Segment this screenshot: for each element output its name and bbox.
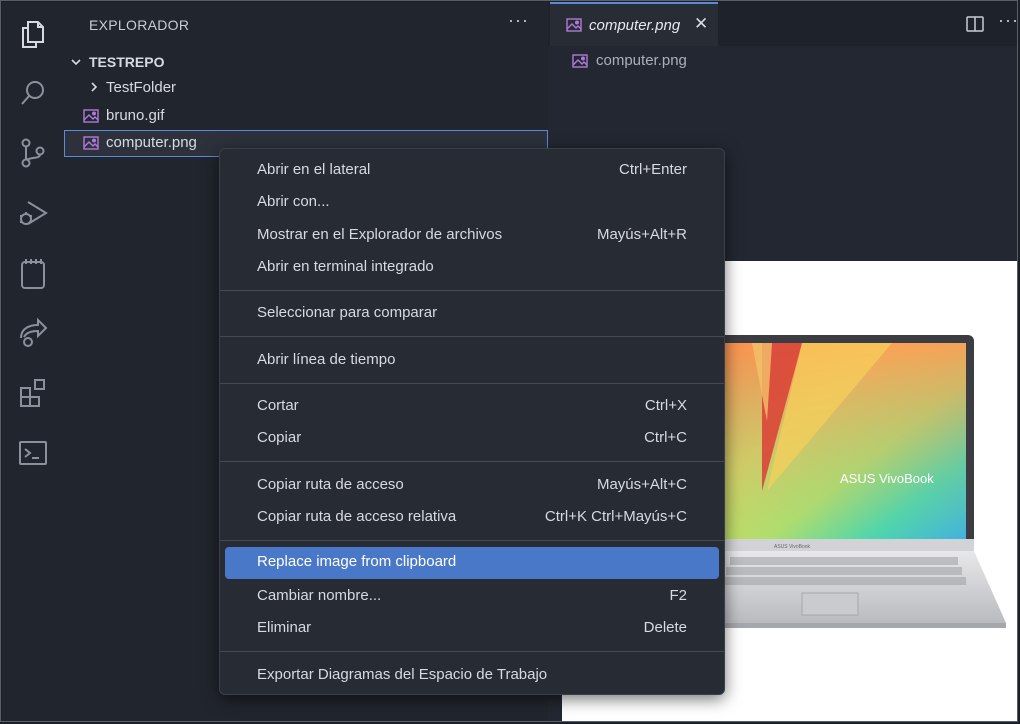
run-debug-icon[interactable] [16, 196, 50, 230]
menu-separator [220, 540, 724, 541]
tree-item-label: computer.png [106, 134, 197, 151]
menu-item-label: Exportar Diagramas del Espacio de Trabaj… [257, 666, 548, 683]
menu-item-label: Abrir en el lateral [257, 161, 371, 178]
menu-item-shortcut: Ctrl+K Ctrl+Mayús+C [544, 508, 687, 525]
menu-item-label: Cortar [257, 397, 299, 414]
menu-item-replace-image[interactable]: Replace image from clipboard [225, 547, 719, 579]
menu-item-label: Abrir con... [257, 193, 330, 210]
menu-item-open-side[interactable]: Abrir en el lateral Ctrl+Enter [225, 155, 719, 187]
image-file-icon [566, 18, 582, 32]
menu-item-shortcut: F2 [669, 587, 687, 604]
menu-separator [220, 290, 724, 291]
chevron-right-icon [91, 82, 98, 92]
menu-separator [220, 651, 724, 652]
tab-bar: computer.png ✕ ··· [548, 2, 1018, 46]
close-icon[interactable]: ✕ [694, 14, 708, 34]
menu-item-open-with[interactable]: Abrir con... [225, 187, 719, 219]
image-file-icon [572, 54, 588, 68]
menu-item-shortcut: Ctrl+Enter [619, 161, 687, 178]
breadcrumb-file: computer.png [596, 52, 687, 69]
image-file-icon [83, 136, 99, 150]
sidebar-title: EXPLORADOR [89, 17, 190, 33]
tree-item-bruno-gif[interactable]: bruno.gif [64, 103, 548, 130]
menu-item-label: Abrir línea de tiempo [257, 351, 396, 368]
menu-item-label: Copiar [257, 429, 302, 446]
hinge-text: ASUS VivoBook [774, 544, 811, 550]
menu-item-label: Cambiar nombre... [257, 587, 382, 604]
menu-item-shortcut: Ctrl+C [644, 429, 687, 446]
brand-text: ASUS VivoBook [840, 471, 934, 486]
menu-item-reveal-in-explorer[interactable]: Mostrar en el Explorador de archivos May… [225, 220, 719, 252]
extensions-icon[interactable] [16, 376, 50, 410]
menu-item-label: Eliminar [257, 619, 312, 636]
search-icon[interactable] [16, 76, 50, 110]
menu-item-label: Copiar ruta de acceso relativa [257, 508, 457, 525]
menu-item-label: Copiar ruta de acceso [257, 476, 404, 493]
menu-item-delete[interactable]: Eliminar Delete [225, 613, 719, 645]
tree-item-label: TestFolder [106, 79, 177, 96]
tab-label: computer.png [589, 17, 681, 34]
menu-item-shortcut: Mayús+Alt+R [596, 226, 687, 243]
menu-item-label: Seleccionar para comparar [257, 304, 438, 321]
split-editor-icon[interactable] [966, 16, 984, 32]
menu-item-label: Replace image from clipboard [257, 553, 457, 570]
menu-item-cut[interactable]: Cortar Ctrl+X [225, 391, 719, 423]
menu-item-rename[interactable]: Cambiar nombre... F2 [225, 581, 719, 613]
menu-item-copy-relative-path[interactable]: Copiar ruta de acceso relativa Ctrl+K Ct… [225, 502, 719, 534]
context-menu: Abrir en el lateral Ctrl+Enter Abrir con… [219, 148, 725, 695]
chevron-down-icon [71, 59, 81, 66]
menu-item-label: Mostrar en el Explorador de archivos [257, 226, 503, 243]
menu-item-export-diagrams[interactable]: Exportar Diagramas del Espacio de Trabaj… [225, 660, 719, 692]
root-folder-label: TESTREPO [89, 54, 165, 70]
menu-item-copy[interactable]: Copiar Ctrl+C [225, 423, 719, 455]
tree-item-testfolder[interactable]: TestFolder [64, 75, 548, 102]
menu-separator [220, 383, 724, 384]
tree-root-testrepo[interactable]: TESTREPO [64, 48, 548, 75]
menu-item-label: Abrir en terminal integrado [257, 258, 434, 275]
sidebar-header: EXPLORADOR ··· [64, 2, 548, 46]
notebook-icon[interactable] [16, 256, 50, 290]
live-share-icon[interactable] [16, 316, 50, 350]
menu-item-open-terminal[interactable]: Abrir en terminal integrado [225, 252, 719, 284]
activity-bar [2, 2, 64, 722]
menu-item-shortcut: Delete [643, 619, 687, 636]
explorer-icon[interactable] [16, 16, 50, 50]
menu-item-shortcut: Ctrl+X [644, 397, 687, 414]
more-actions-icon[interactable]: ··· [998, 10, 1019, 31]
menu-separator [220, 461, 724, 462]
menu-separator [220, 336, 724, 337]
menu-item-shortcut: Mayús+Alt+C [596, 476, 687, 493]
more-actions-icon[interactable]: ··· [508, 10, 529, 31]
tab-computer-png[interactable]: computer.png ✕ [550, 2, 718, 46]
menu-item-select-compare[interactable]: Seleccionar para comparar [225, 298, 719, 330]
image-file-icon [83, 109, 99, 123]
source-control-icon[interactable] [16, 136, 50, 170]
menu-item-copy-path[interactable]: Copiar ruta de acceso Mayús+Alt+C [225, 470, 719, 502]
menu-item-open-timeline[interactable]: Abrir línea de tiempo [225, 345, 719, 377]
tree-item-label: bruno.gif [106, 107, 165, 124]
terminal-icon[interactable] [16, 436, 50, 470]
